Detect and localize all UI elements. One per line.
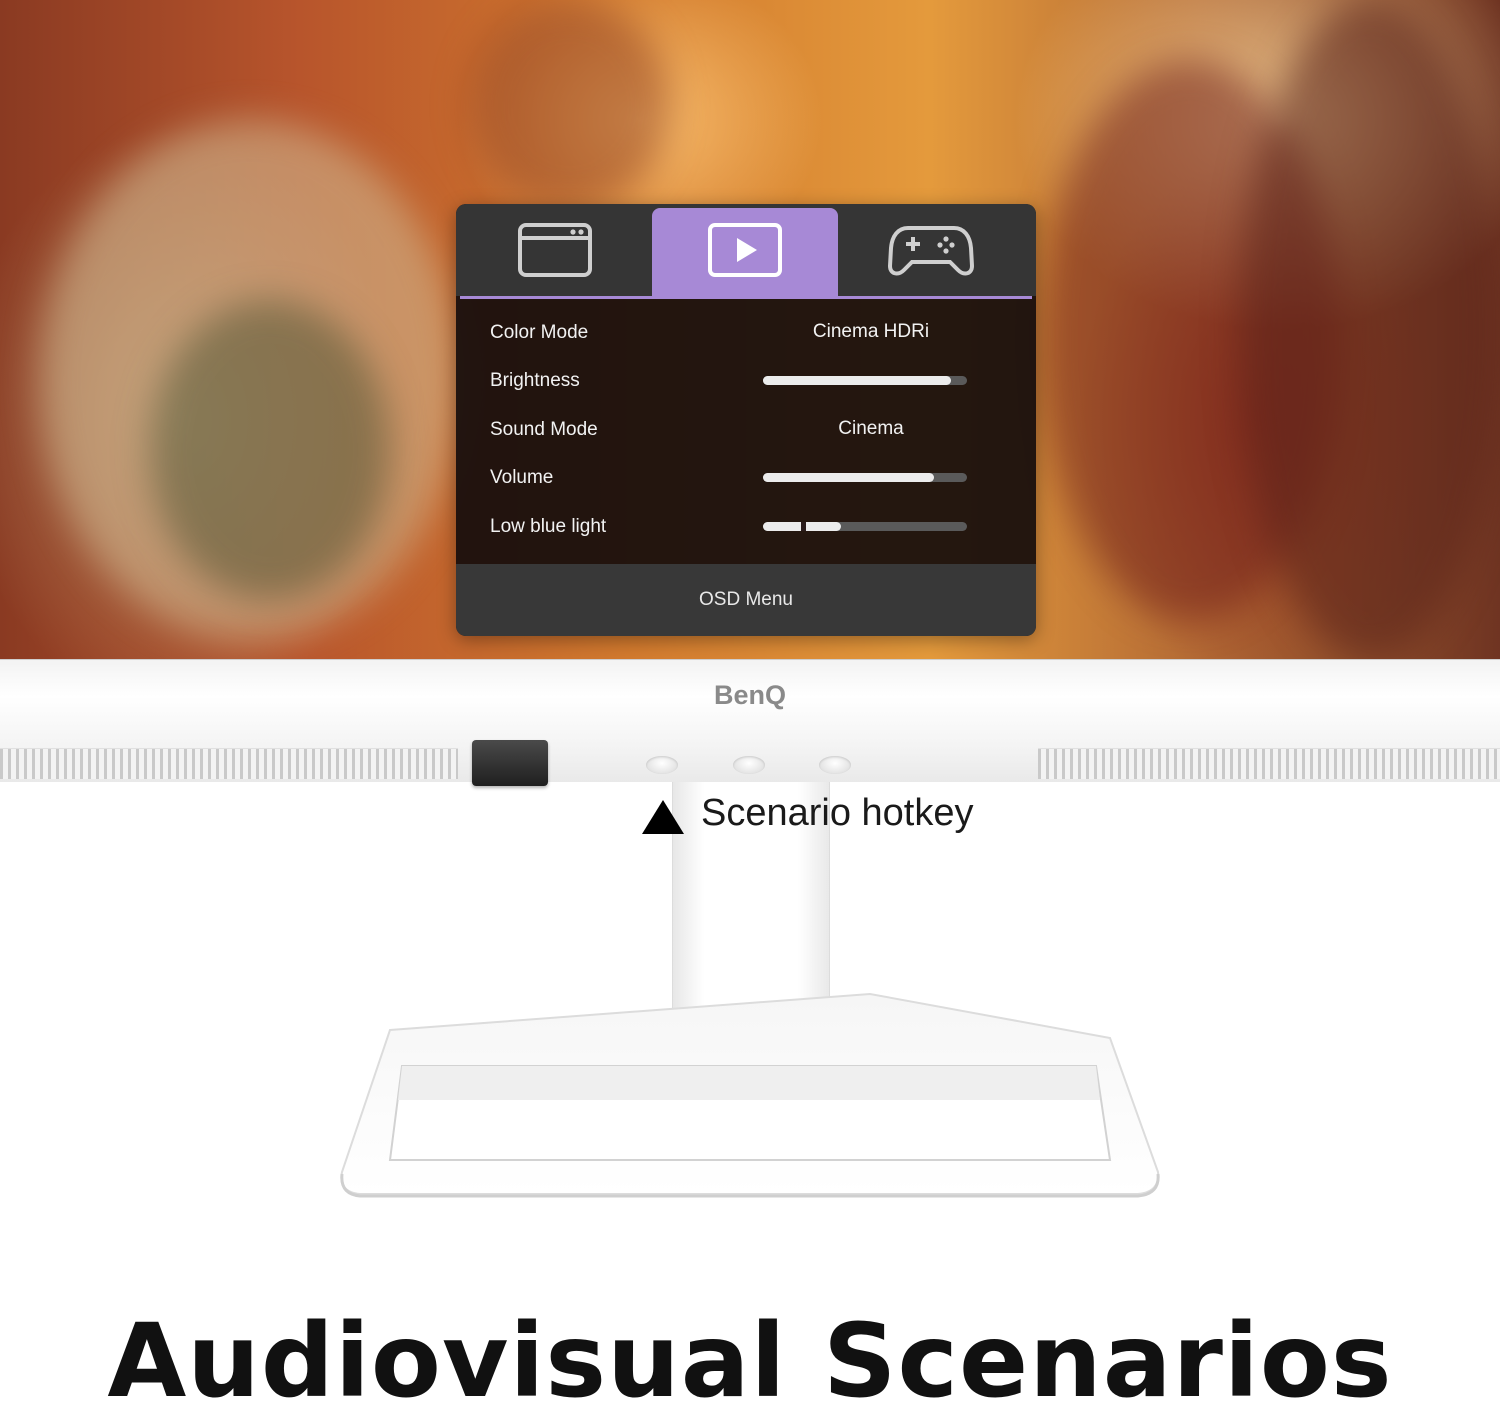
product-image: Color Mode Cinema HDRi Brightness Sound … xyxy=(0,0,1500,1421)
low-blue-light-label: Low blue light xyxy=(490,516,607,537)
sound-mode-label: Sound Mode xyxy=(490,419,598,440)
volume-slider[interactable] xyxy=(763,473,967,482)
osd-row-low-blue-light[interactable]: Low blue light xyxy=(456,508,1036,548)
osd-tab-game[interactable] xyxy=(838,208,1024,296)
sound-mode-value: Cinema xyxy=(838,418,904,439)
volume-label: Volume xyxy=(490,467,554,488)
volume-slider-fill xyxy=(763,473,935,482)
window-icon xyxy=(517,222,593,283)
osd-tab-movie[interactable] xyxy=(652,208,838,296)
gamepad-icon xyxy=(887,222,975,283)
osd-row-volume[interactable]: Volume xyxy=(456,459,1036,499)
speaker-grille-left xyxy=(0,748,458,779)
monitor-button-3[interactable] xyxy=(819,756,851,774)
hotkey-label: Scenario hotkey xyxy=(701,792,974,834)
monitor-bezel: BenQ xyxy=(0,659,1500,786)
stand-base xyxy=(340,992,1160,1198)
brightness-slider[interactable] xyxy=(763,376,967,385)
low-blue-light-slider[interactable] xyxy=(763,522,967,531)
low-blue-light-slider-gap xyxy=(801,522,806,531)
brightness-slider-fill xyxy=(763,376,951,385)
osd-tab-underline xyxy=(460,296,1032,299)
hotkey-pointer-icon xyxy=(642,800,684,834)
color-mode-label: Color Mode xyxy=(490,322,589,343)
color-mode-value: Cinema HDRi xyxy=(812,321,930,342)
osd-tab-bar xyxy=(456,204,1036,296)
brightness-label: Brightness xyxy=(490,370,580,391)
osd-tab-display[interactable] xyxy=(462,208,648,296)
scenario-hotkey-button[interactable] xyxy=(733,756,765,774)
osd-footer-label: OSD Menu xyxy=(699,589,793,610)
osd-footer: OSD Menu xyxy=(456,564,1036,636)
light-sensor xyxy=(472,740,548,786)
monitor-button-1[interactable] xyxy=(646,756,678,774)
osd-row-sound-mode[interactable]: Sound Mode Cinema xyxy=(456,411,1036,451)
osd-row-brightness[interactable]: Brightness xyxy=(456,362,1036,402)
osd-menu: Color Mode Cinema HDRi Brightness Sound … xyxy=(456,204,1036,636)
play-icon xyxy=(707,222,783,283)
osd-row-color-mode[interactable]: Color Mode Cinema HDRi xyxy=(456,314,1036,354)
speaker-grille-right xyxy=(1038,748,1500,779)
page-title: Audiovisual Scenarios xyxy=(107,1302,1393,1421)
brand-logo: BenQ xyxy=(713,680,786,710)
